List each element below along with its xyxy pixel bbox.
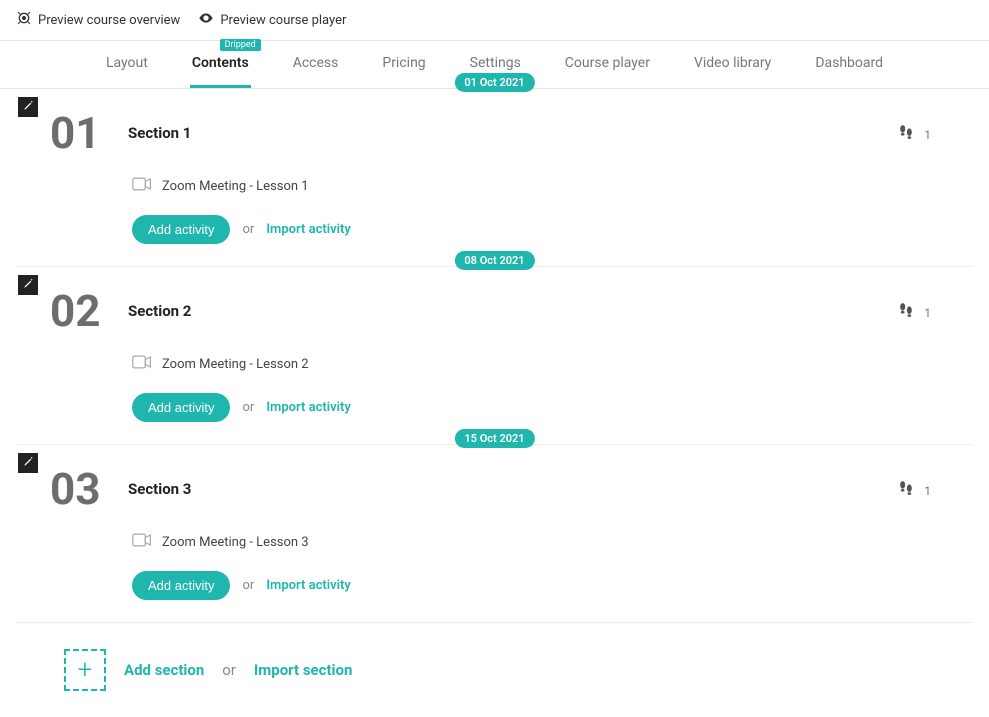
add-activity-button[interactable]: Add activity — [132, 571, 230, 600]
edit-section-button[interactable] — [18, 453, 38, 473]
section-number: 01 — [50, 111, 128, 155]
eye-icon — [198, 10, 214, 30]
date-badge: 15 Oct 2021 — [454, 429, 534, 448]
section-header: 03 Section 3 1 — [50, 467, 939, 511]
import-activity-link[interactable]: Import activity — [266, 578, 351, 593]
steps-count: 1 — [924, 128, 931, 142]
add-activity-button[interactable]: Add activity — [132, 215, 230, 244]
steps-count: 1 — [924, 306, 931, 320]
lesson-row[interactable]: Zoom Meeting - Lesson 2 — [132, 355, 939, 373]
top-bar: Preview course overview Preview course p… — [0, 0, 989, 41]
tab-dashboard[interactable]: Dashboard — [813, 41, 885, 88]
section-row: 15 Oct 2021 03 Section 3 1 Zoom Meeting … — [16, 445, 973, 623]
date-badge: 01 Oct 2021 — [454, 73, 534, 92]
tab-access[interactable]: Access — [291, 41, 341, 88]
section-title: Section 2 — [128, 302, 191, 320]
section-row: 08 Oct 2021 02 Section 2 1 Zoom Meeting … — [16, 267, 973, 445]
section-title: Section 1 — [128, 124, 191, 142]
steps-count: 1 — [924, 484, 931, 498]
preview-player-label: Preview course player — [220, 13, 346, 28]
footsteps-icon — [896, 479, 916, 502]
preview-overview-label: Preview course overview — [38, 13, 180, 28]
add-section-link[interactable]: Add section — [124, 661, 204, 679]
sections-list: 01 Oct 2021 01 Section 1 1 Zoom Meeting … — [0, 89, 989, 623]
section-actions: Add activity or Import activity — [132, 215, 939, 244]
pencil-icon — [23, 455, 34, 471]
footsteps-icon — [896, 301, 916, 324]
edit-section-button[interactable] — [18, 275, 38, 295]
tab-course-player[interactable]: Course player — [563, 41, 652, 88]
lesson-title: Zoom Meeting - Lesson 1 — [162, 179, 309, 194]
video-icon — [132, 177, 152, 195]
preview-overview-icon — [16, 10, 32, 30]
or-text: or — [242, 578, 254, 593]
section-number: 03 — [50, 467, 128, 511]
edit-section-button[interactable] — [18, 97, 38, 117]
video-icon — [132, 355, 152, 373]
import-activity-link[interactable]: Import activity — [266, 400, 351, 415]
import-section-link[interactable]: Import section — [254, 661, 353, 679]
steps-indicator: 1 — [896, 479, 931, 502]
section-header: 02 Section 2 1 — [50, 289, 939, 333]
steps-indicator: 1 — [896, 301, 931, 324]
section-header: 01 Section 1 1 — [50, 111, 939, 155]
lesson-title: Zoom Meeting - Lesson 3 — [162, 535, 309, 550]
section-number: 02 — [50, 289, 128, 333]
tab-video-library[interactable]: Video library — [692, 41, 773, 88]
bottom-actions: + Add section or Import section — [16, 623, 973, 717]
date-badge: 08 Oct 2021 — [454, 251, 534, 270]
lesson-title: Zoom Meeting - Lesson 2 — [162, 357, 309, 372]
section-title: Section 3 — [128, 480, 191, 498]
add-activity-button[interactable]: Add activity — [132, 393, 230, 422]
footsteps-icon — [896, 123, 916, 146]
section-actions: Add activity or Import activity — [132, 571, 939, 600]
plus-icon: + — [78, 655, 93, 685]
or-text: or — [222, 661, 236, 679]
pencil-icon — [23, 99, 34, 115]
video-icon — [132, 533, 152, 551]
lesson-row[interactable]: Zoom Meeting - Lesson 1 — [132, 177, 939, 195]
add-section-square[interactable]: + — [64, 649, 106, 691]
import-activity-link[interactable]: Import activity — [266, 222, 351, 237]
dripped-badge: Dripped — [220, 39, 261, 51]
tab-contents[interactable]: Contents Dripped — [190, 41, 251, 88]
lesson-row[interactable]: Zoom Meeting - Lesson 3 — [132, 533, 939, 551]
tab-contents-label: Contents — [192, 55, 249, 71]
preview-player-link[interactable]: Preview course player — [198, 10, 346, 30]
tab-layout[interactable]: Layout — [104, 41, 150, 88]
preview-overview-link[interactable]: Preview course overview — [16, 10, 180, 30]
steps-indicator: 1 — [896, 123, 931, 146]
section-row: 01 Oct 2021 01 Section 1 1 Zoom Meeting … — [16, 89, 973, 267]
or-text: or — [242, 400, 254, 415]
pencil-icon — [23, 277, 34, 293]
or-text: or — [242, 222, 254, 237]
tab-pricing[interactable]: Pricing — [380, 41, 427, 88]
section-actions: Add activity or Import activity — [132, 393, 939, 422]
